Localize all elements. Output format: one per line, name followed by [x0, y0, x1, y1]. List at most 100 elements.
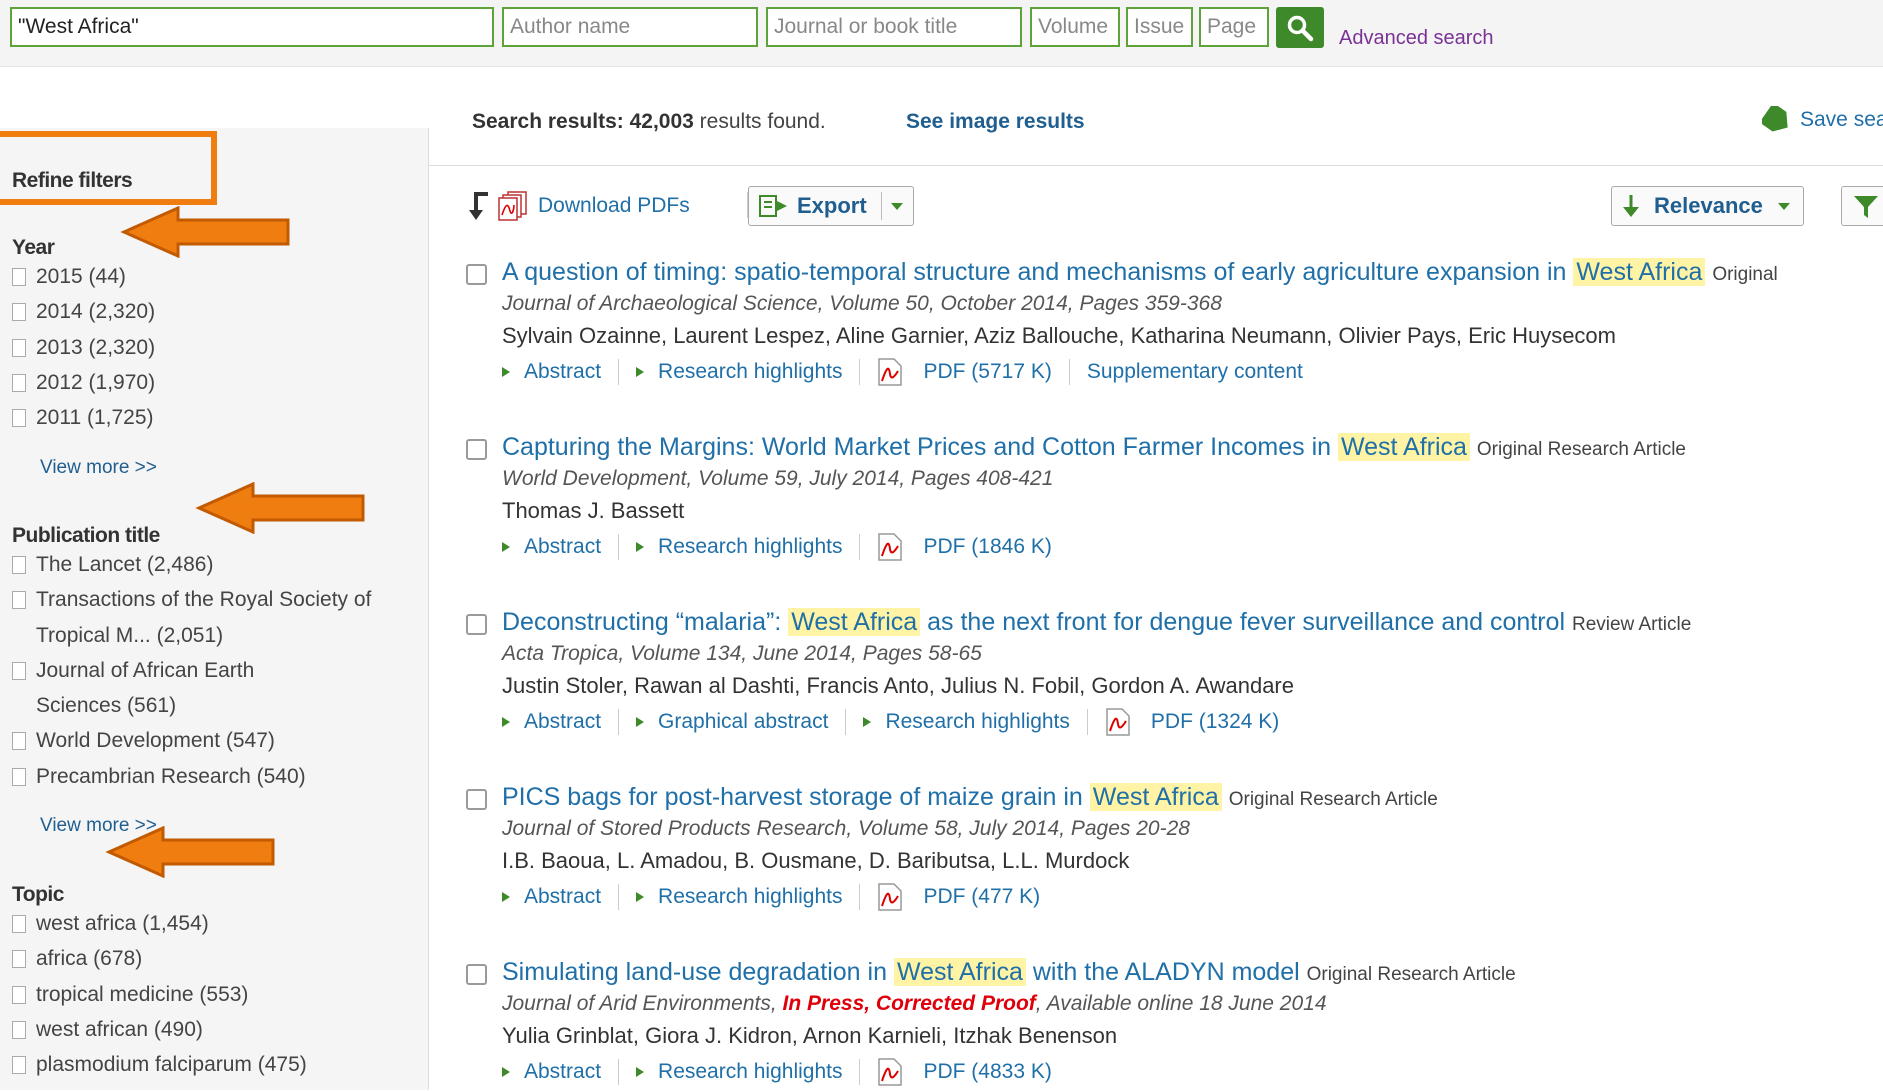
pdf-icon — [878, 1058, 903, 1086]
sort-relevance-button[interactable]: Relevance — [1611, 186, 1804, 226]
triangle-right-icon — [863, 717, 872, 727]
refine-filters-title: Refine filters — [12, 169, 133, 192]
topic-facet-item[interactable]: west africa (1,454) — [12, 906, 307, 941]
select-all-arrow-icon — [469, 192, 488, 220]
publication-facet-item[interactable]: Transactions of the Royal Society of Trop… — [12, 582, 371, 653]
result-links: Abstract Research highlights PDF (1846 K… — [502, 533, 1052, 561]
author-input[interactable] — [502, 7, 758, 47]
result-links: Abstract Research highlights PDF (5717 K… — [502, 358, 1303, 386]
search-terms-input[interactable] — [10, 7, 494, 47]
result-authors: Sylvain Ozainne, Laurent Lespez, Aline G… — [502, 323, 1616, 348]
year-facet-item[interactable]: 2014 (2,320) — [12, 294, 155, 329]
result-authors: Thomas J. Bassett — [502, 498, 685, 523]
issue-input[interactable] — [1126, 7, 1193, 47]
results-count: 42,003 — [629, 110, 694, 133]
download-pdfs-button[interactable]: Download PDFs — [468, 190, 690, 222]
pdf-icon — [878, 533, 903, 561]
result-title-link[interactable]: Capturing the Margins: World Market Pric… — [502, 433, 1686, 462]
year-facet-item[interactable]: 2013 (2,320) — [12, 330, 155, 365]
search-button[interactable] — [1276, 7, 1324, 48]
result-checkbox[interactable] — [466, 964, 487, 985]
triangle-right-icon — [636, 892, 645, 902]
graphical-abstract-link[interactable]: Graphical abstract — [636, 710, 828, 734]
facet-checkbox[interactable] — [12, 591, 26, 610]
arrow-down-icon — [1623, 195, 1639, 217]
topic-facet-item[interactable]: plasmodium falciparum (475) — [12, 1047, 307, 1082]
see-image-results-link[interactable]: See image results — [906, 110, 1085, 134]
research-highlights-link[interactable]: Research highlights — [863, 710, 1070, 734]
facet-checkbox[interactable] — [12, 950, 26, 969]
result-checkbox[interactable] — [466, 264, 487, 285]
search-term-highlight: West Africa — [788, 608, 921, 636]
facet-checkbox[interactable] — [12, 1020, 26, 1039]
article-type: Original Research Article — [1476, 439, 1686, 460]
year-facet-item[interactable]: 2012 (1,970) — [12, 365, 155, 400]
abstract-link[interactable]: Abstract — [502, 710, 601, 734]
facet-checkbox[interactable] — [12, 985, 26, 1004]
topic-facet-item[interactable]: west african (490) — [12, 1012, 307, 1047]
page-input[interactable] — [1199, 7, 1269, 47]
journal-input[interactable] — [766, 7, 1022, 47]
topic-facet-list: west africa (1,454) africa (678) tropica… — [12, 906, 307, 1082]
triangle-right-icon — [636, 542, 645, 552]
publication-facet-item[interactable]: The Lancet (2,486) — [12, 547, 371, 582]
facet-checkbox[interactable] — [12, 556, 26, 574]
publication-facet-list: The Lancet (2,486) Transactions of the R… — [12, 547, 371, 794]
research-highlights-link[interactable]: Research highlights — [636, 1060, 842, 1084]
pdf-link[interactable]: PDF (1846 K) — [877, 533, 1052, 561]
results-summary: Search results: 42,003 results found. — [472, 110, 826, 134]
facet-checkbox[interactable] — [12, 338, 26, 357]
pdf-link[interactable]: PDF (5717 K) — [877, 358, 1052, 386]
supplementary-content-link[interactable]: Supplementary content — [1087, 360, 1303, 384]
publication-facet-item[interactable]: World Development (547) — [12, 723, 371, 758]
publication-view-more-link[interactable]: View more >> — [40, 815, 157, 837]
result-links: Abstract Research highlights PDF (477 K) — [502, 883, 1040, 911]
filter-button[interactable] — [1841, 186, 1883, 226]
year-facet-item[interactable]: 2011 (1,725) — [12, 400, 155, 435]
result-title-link[interactable]: PICS bags for post-harvest storage of ma… — [502, 783, 1438, 812]
result-checkbox[interactable] — [466, 789, 487, 810]
facet-checkbox[interactable] — [12, 1056, 26, 1075]
result-title-link[interactable]: Deconstructing “malaria”: West Africa as… — [502, 608, 1691, 637]
volume-input[interactable] — [1030, 7, 1120, 47]
article-type: Original — [1712, 264, 1778, 285]
research-highlights-link[interactable]: Research highlights — [636, 360, 842, 384]
triangle-right-icon — [636, 717, 645, 727]
result-source: Acta Tropica, Volume 134, June 2014, Pag… — [502, 642, 982, 665]
year-facet-item[interactable]: 2015 (44) — [12, 259, 155, 294]
result-checkbox[interactable] — [466, 439, 487, 460]
topic-facet-item[interactable]: africa (678) — [12, 941, 307, 976]
triangle-right-icon — [636, 367, 645, 377]
pdf-stack-icon — [498, 191, 527, 221]
result-links: Abstract Graphical abstract Research hig… — [502, 708, 1279, 736]
facet-checkbox[interactable] — [12, 409, 26, 428]
export-button[interactable]: Export — [748, 186, 914, 226]
publication-facet-item[interactable]: Journal of African Earth Sciences (561) — [12, 653, 371, 724]
result-authors: I.B. Baoua, L. Amadou, B. Ousmane, D. Ba… — [502, 848, 1130, 873]
result-checkbox[interactable] — [466, 614, 487, 635]
save-search-link[interactable]: Save sea — [1762, 106, 1883, 134]
research-highlights-link[interactable]: Research highlights — [636, 885, 842, 909]
facet-checkbox[interactable] — [12, 732, 26, 751]
abstract-link[interactable]: Abstract — [502, 360, 601, 384]
abstract-link[interactable]: Abstract — [502, 885, 601, 909]
facet-checkbox[interactable] — [12, 661, 26, 680]
topic-facet-item[interactable]: tropical medicine (553) — [12, 977, 307, 1012]
abstract-link[interactable]: Abstract — [502, 535, 601, 559]
result-title-link[interactable]: A question of timing: spatio-temporal st… — [502, 258, 1778, 287]
facet-checkbox[interactable] — [12, 915, 26, 933]
pdf-link[interactable]: PDF (477 K) — [877, 883, 1040, 911]
year-view-more-link[interactable]: View more >> — [40, 457, 157, 479]
facet-checkbox[interactable] — [12, 767, 26, 786]
year-facet-heading: Year — [12, 236, 55, 259]
facet-checkbox[interactable] — [12, 268, 26, 286]
facet-checkbox[interactable] — [12, 303, 26, 322]
facet-checkbox[interactable] — [12, 373, 26, 392]
abstract-link[interactable]: Abstract — [502, 1060, 601, 1084]
pdf-link[interactable]: PDF (4833 K) — [877, 1058, 1052, 1086]
pdf-link[interactable]: PDF (1324 K) — [1105, 708, 1279, 736]
research-highlights-link[interactable]: Research highlights — [636, 535, 842, 559]
publication-facet-item[interactable]: Precambrian Research (540) — [12, 759, 371, 794]
advanced-search-link[interactable]: Advanced search — [1339, 27, 1494, 50]
result-title-link[interactable]: Simulating land-use degradation in West … — [502, 958, 1516, 987]
